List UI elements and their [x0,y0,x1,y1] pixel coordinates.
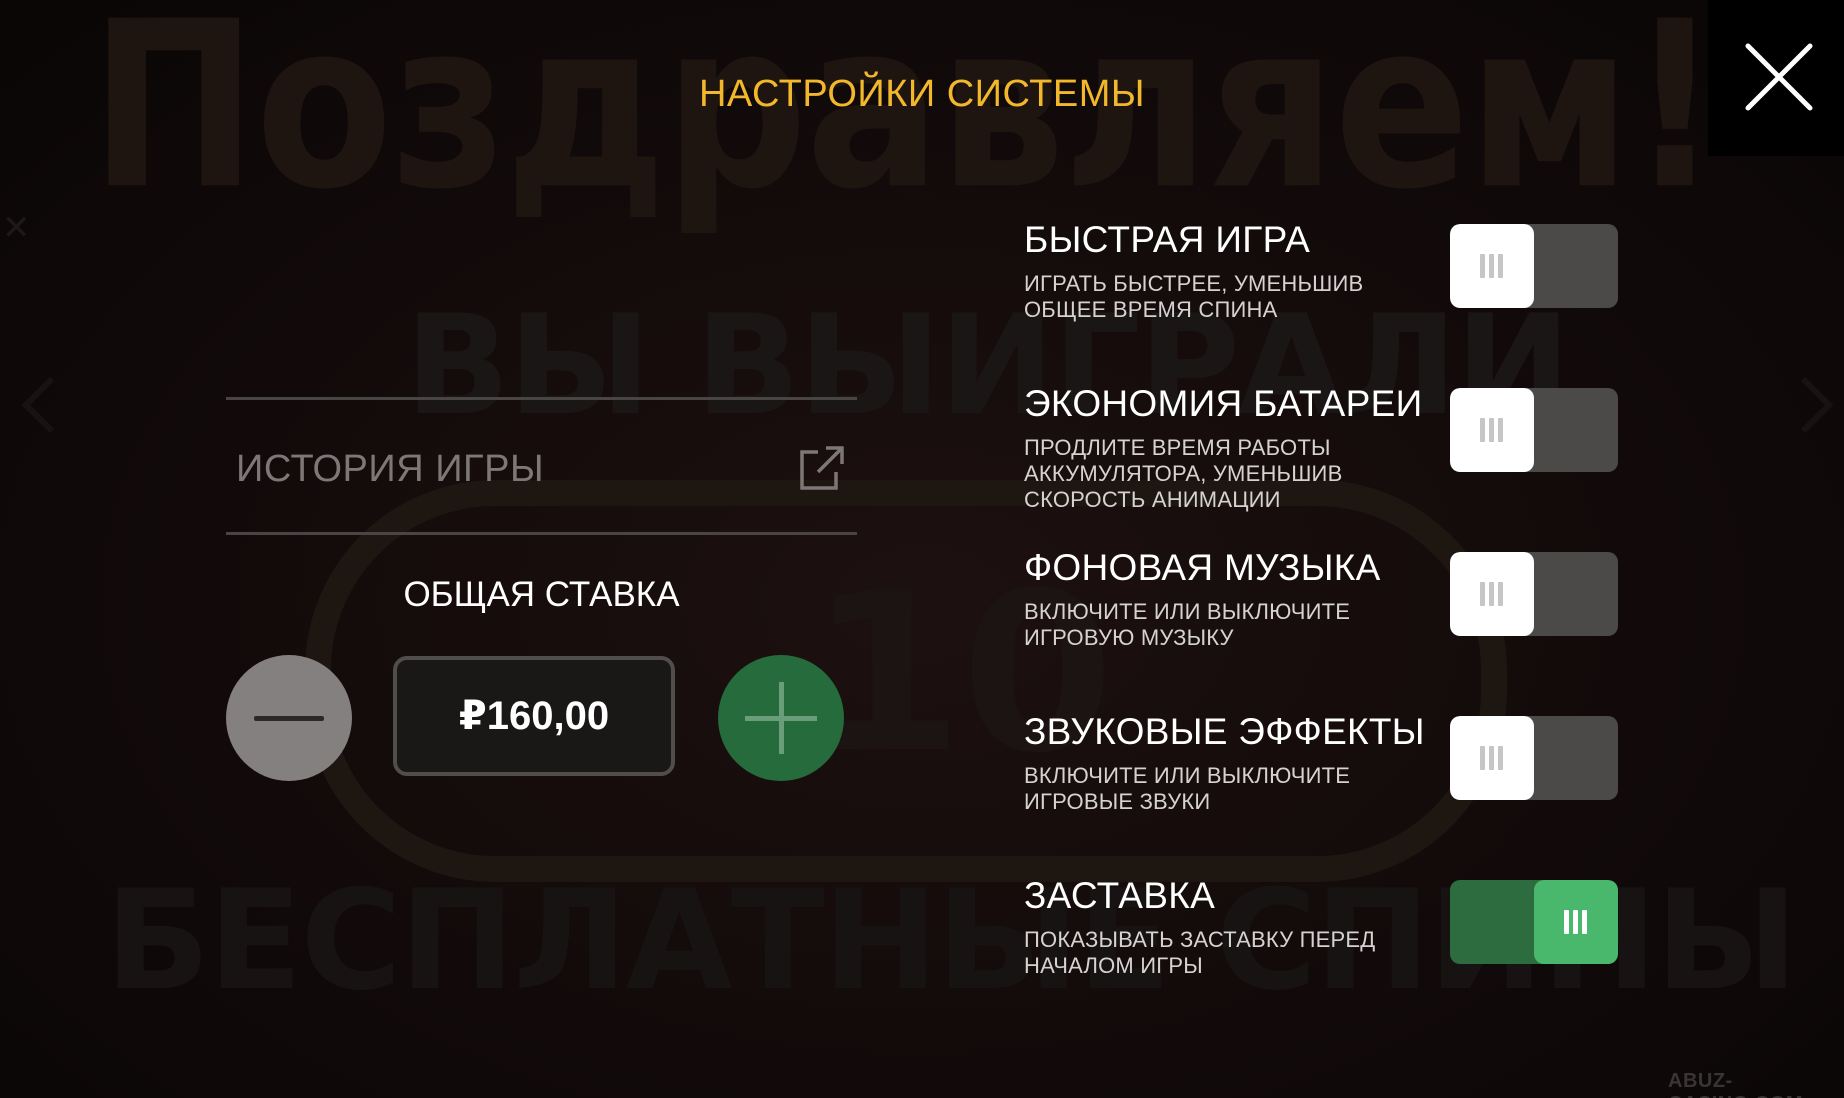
setting-background-music: ФОНОВАЯ МУЗЫКА ВКЛЮЧИТЕ ИЛИ ВЫКЛЮЧИТЕ ИГ… [1022,547,1622,650]
grip-icon [1480,254,1504,278]
total-bet-label: ОБЩАЯ СТАВКА [403,575,680,614]
grip-icon [1480,746,1504,770]
sound-effects-toggle[interactable] [1450,716,1618,800]
setting-title: ЭКОНОМИЯ БАТАРЕИ [1024,383,1423,424]
total-bet-value: ₽160,00 [393,656,675,776]
divider [226,532,857,535]
grip-icon [1480,582,1504,606]
watermark: ABUZ-CASINO.COM [1668,1070,1803,1098]
battery-saver-toggle[interactable] [1450,388,1618,472]
setting-quick-spin: БЫСТРАЯ ИГРА ИГРАТЬ БЫСТРЕЕ, УМЕНЬШИВ ОБ… [1022,219,1622,322]
settings-screen: Поздравляем! ВЫ ВЫИГРАЛИ 10 БЕСПЛАТНЫЕ С… [0,0,1844,1098]
setting-title: ЗВУКОВЫЕ ЭФФЕКТЫ [1024,711,1425,752]
quick-spin-toggle[interactable] [1450,224,1618,308]
setting-title: ФОНОВАЯ МУЗЫКА [1024,547,1381,588]
grip-icon [1564,910,1588,934]
setting-description: ПОКАЗЫВАТЬ ЗАСТАВКУ ПЕРЕД НАЧАЛОМ ИГРЫ [1024,927,1376,978]
external-link-icon [800,446,844,490]
game-history-link[interactable]: ИСТОРИЯ ИГРЫ [226,400,857,534]
background-congrats-text: Поздравляем! [90,0,1720,241]
background-sparkle-icon: ✕ [2,209,31,247]
setting-title: БЫСТРАЯ ИГРА [1024,219,1311,260]
decrease-bet-button[interactable] [226,655,352,781]
setting-intro-screen: ЗАСТАВКА ПОКАЗЫВАТЬ ЗАСТАВКУ ПЕРЕД НАЧАЛ… [1022,875,1622,978]
toggle-knob [1450,716,1534,800]
close-button[interactable] [1708,0,1844,156]
setting-description: ИГРАТЬ БЫСТРЕЕ, УМЕНЬШИВ ОБЩЕЕ ВРЕМЯ СПИ… [1024,271,1364,322]
setting-description: ВКЛЮЧИТЕ ИЛИ ВЫКЛЮЧИТЕ ИГРОВЫЕ ЗВУКИ [1024,763,1351,814]
setting-description: ПРОДЛИТЕ ВРЕМЯ РАБОТЫ АККУМУЛЯТОРА, УМЕН… [1024,435,1343,512]
toggle-knob [1450,552,1534,636]
background-chevron-right-icon [1776,376,1834,434]
intro-screen-toggle[interactable] [1450,880,1618,964]
toggle-knob [1450,224,1534,308]
grip-icon [1480,418,1504,442]
toggle-knob [1450,388,1534,472]
game-history-label: ИСТОРИЯ ИГРЫ [236,448,545,490]
setting-sound-effects: ЗВУКОВЫЕ ЭФФЕКТЫ ВКЛЮЧИТЕ ИЛИ ВЫКЛЮЧИТЕ … [1022,711,1622,814]
setting-title: ЗАСТАВКА [1024,875,1216,916]
minus-icon [254,716,324,721]
increase-bet-button[interactable] [718,655,844,781]
page-title: НАСТРОЙКИ СИСТЕМЫ [698,73,1146,115]
background-music-toggle[interactable] [1450,552,1618,636]
background-chevron-left-icon [21,376,79,434]
setting-description: ВКЛЮЧИТЕ ИЛИ ВЫКЛЮЧИТЕ ИГРОВУЮ МУЗЫКУ [1024,599,1351,650]
setting-battery-saver: ЭКОНОМИЯ БАТАРЕИ ПРОДЛИТЕ ВРЕМЯ РАБОТЫ А… [1022,383,1622,513]
close-icon [1745,43,1813,111]
toggle-knob [1534,880,1618,964]
